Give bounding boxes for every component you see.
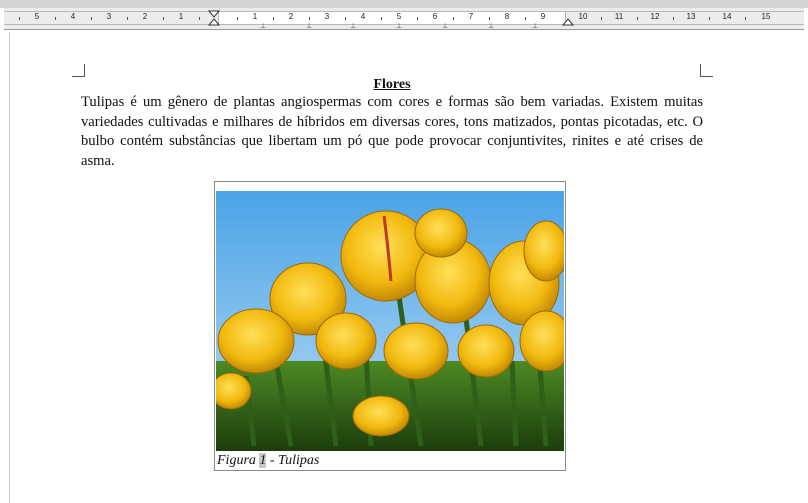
- ruler-tick: [381, 17, 382, 20]
- ruler-tick: [745, 17, 746, 20]
- right-indent-marker-icon[interactable]: [562, 10, 574, 26]
- ruler-number: 2: [288, 12, 294, 21]
- ruler-tick: [91, 17, 92, 20]
- ruler-tick: [55, 17, 56, 20]
- figure-frame[interactable]: Figura 1 - Tulipas: [214, 181, 566, 471]
- ruler-number: 3: [324, 12, 330, 21]
- ruler-text-area: [218, 11, 566, 25]
- text-boundary-corner-top-right: [700, 64, 713, 77]
- document-title[interactable]: Flores: [81, 77, 703, 93]
- horizontal-ruler[interactable]: 5 4 3 2 1 1 2 3 4 5 6 7 8 9 10 11 12 13 …: [4, 8, 804, 30]
- ruler-tick: [309, 17, 310, 20]
- ruler-number: 11: [614, 12, 624, 21]
- ruler-tick: [453, 17, 454, 20]
- ruler-tick: [19, 17, 20, 20]
- page-left-edge: [9, 32, 10, 503]
- tab-stop-icon[interactable]: ⊥: [532, 22, 538, 30]
- left-indent-marker-icon[interactable]: [208, 10, 220, 26]
- ruler-number: 7: [468, 12, 474, 21]
- tab-stop-icon[interactable]: ⊥: [488, 22, 494, 30]
- ruler-number: 12: [650, 12, 660, 21]
- tab-stop-icon[interactable]: ⊥: [442, 22, 448, 30]
- ruler-number: 10: [578, 12, 588, 21]
- ruler-number: 9: [540, 12, 546, 21]
- tab-stop-icon[interactable]: ⊥: [260, 22, 266, 30]
- tab-stop-icon[interactable]: ⊥: [396, 22, 402, 30]
- ruler-number: 3: [106, 12, 112, 21]
- caption-suffix: - Tulipas: [266, 453, 320, 468]
- ruler-number: 15: [761, 12, 771, 21]
- tulips-photo-icon[interactable]: [216, 191, 564, 451]
- text-boundary-corner-top-left: [72, 64, 85, 77]
- ruler-number: 13: [686, 12, 696, 21]
- ruler-number: 14: [722, 12, 732, 21]
- ruler-tick: [601, 17, 602, 20]
- tab-stop-icon[interactable]: ⊥: [350, 22, 356, 30]
- ruler-number: 5: [396, 12, 402, 21]
- ruler-tick: [673, 17, 674, 20]
- ruler-number: 2: [142, 12, 148, 21]
- ruler-tick: [345, 17, 346, 20]
- ruler-tick: [489, 17, 490, 20]
- ruler-tick: [709, 17, 710, 20]
- ruler-tick: [273, 17, 274, 20]
- ruler-number: 1: [178, 12, 184, 21]
- ruler-tick: [163, 17, 164, 20]
- ruler-number: 4: [360, 12, 366, 21]
- ruler-tick: [127, 17, 128, 20]
- caption-prefix: Figura: [217, 453, 260, 468]
- ruler-number: 6: [432, 12, 438, 21]
- ruler-tick: [237, 17, 238, 20]
- figure-caption[interactable]: Figura 1 - Tulipas: [217, 452, 319, 470]
- ruler-number: 5: [34, 12, 40, 21]
- ruler-tick: [199, 17, 200, 20]
- ruler-tick: [525, 17, 526, 20]
- ruler-number: 4: [70, 12, 76, 21]
- window-top-strip: [0, 0, 808, 8]
- tab-stop-icon[interactable]: ⊥: [306, 22, 312, 30]
- document-paragraph[interactable]: Tulipas é um gênero de plantas angiosper…: [81, 93, 703, 171]
- ruler-number: 8: [504, 12, 510, 21]
- ruler-tick: [637, 17, 638, 20]
- ruler-number: 1: [252, 12, 258, 21]
- ruler-tick: [417, 17, 418, 20]
